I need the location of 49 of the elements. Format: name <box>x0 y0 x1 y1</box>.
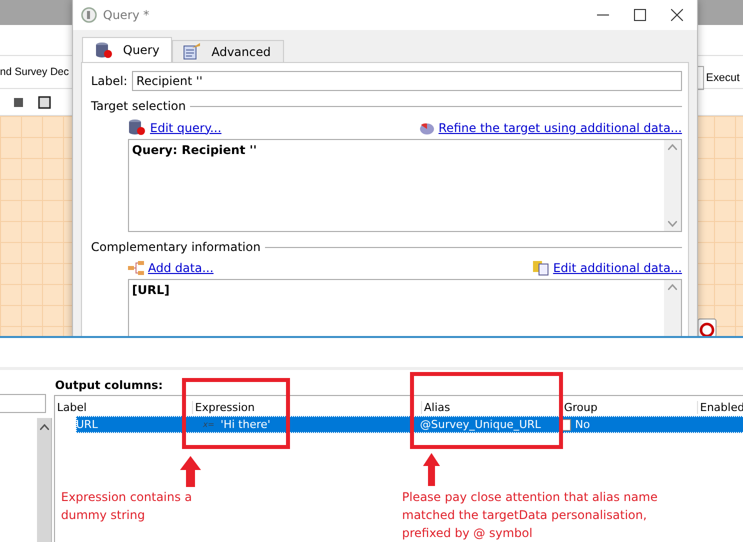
column-header[interactable]: Enabled <box>697 401 743 414</box>
column-header[interactable]: Expression <box>192 401 421 414</box>
section-heading: Target selection <box>91 99 186 113</box>
additional-data-area[interactable]: [URL] <box>128 279 682 336</box>
close-icon[interactable] <box>671 9 683 21</box>
maximize-icon[interactable] <box>634 9 646 21</box>
column-header[interactable]: Group <box>561 401 697 414</box>
stop-icon[interactable] <box>14 98 23 106</box>
database-icon <box>95 42 113 58</box>
scroll-down-icon[interactable] <box>668 221 677 227</box>
column-header[interactable]: Alias <box>421 401 561 414</box>
section-title: Output columns: <box>55 378 164 392</box>
dialog-tab[interactable]: Advanced <box>172 40 284 62</box>
fit-frame-icon[interactable] <box>37 94 52 110</box>
annotation-arrow <box>180 456 201 487</box>
annotation-text: Expression contains a dummy string <box>61 489 193 524</box>
activity-icon <box>697 318 717 336</box>
execute-label[interactable]: Execut <box>706 72 740 84</box>
table-cell: No <box>575 418 590 431</box>
scroll-up-icon[interactable] <box>668 144 677 150</box>
workflow-title: nd Survey Dec <box>0 66 69 78</box>
column-header[interactable]: Label <box>55 401 192 414</box>
table-row[interactable]: URL x= 'Hi there' @Survey_Unique_URL No <box>76 416 743 433</box>
edit-additional-data-link[interactable]: Edit additional data... <box>553 261 682 275</box>
table-cell: 'Hi there' <box>220 418 270 431</box>
annotation-text: Please pay close attention that alias name matched the targetData personalisation, prefixed by @ symbol <box>402 489 659 542</box>
query-text-area[interactable]: Query: Recipient '' <box>128 139 682 232</box>
edit-query-link[interactable]: Edit query... <box>150 120 222 134</box>
label-field[interactable]: Recipient '' <box>132 71 682 91</box>
window-title: Query * <box>103 8 150 22</box>
annotation-arrow <box>423 453 440 486</box>
expression-icon: x= <box>203 420 214 429</box>
search-field[interactable] <box>0 394 46 413</box>
scrollbar[interactable] <box>37 418 51 542</box>
scroll-up-icon[interactable] <box>40 424 48 430</box>
refine-target-link[interactable]: Refine the target using additional data... <box>438 120 682 134</box>
table-cell: @Survey_Unique_URL <box>420 418 541 431</box>
document-icon <box>533 260 550 276</box>
section-heading: Complementary information <box>91 240 261 254</box>
table-cell: URL <box>76 418 98 431</box>
hierarchy-icon <box>128 261 144 275</box>
scroll-up-icon[interactable] <box>668 284 677 290</box>
label-caption: Label: <box>91 74 128 88</box>
add-data-link[interactable]: Add data... <box>148 261 214 275</box>
dialog-tab[interactable]: Query <box>82 37 172 62</box>
app-logo-icon <box>81 7 97 23</box>
notepad-icon <box>183 43 202 60</box>
database-icon <box>128 119 146 136</box>
pie-chart-icon <box>418 120 435 134</box>
